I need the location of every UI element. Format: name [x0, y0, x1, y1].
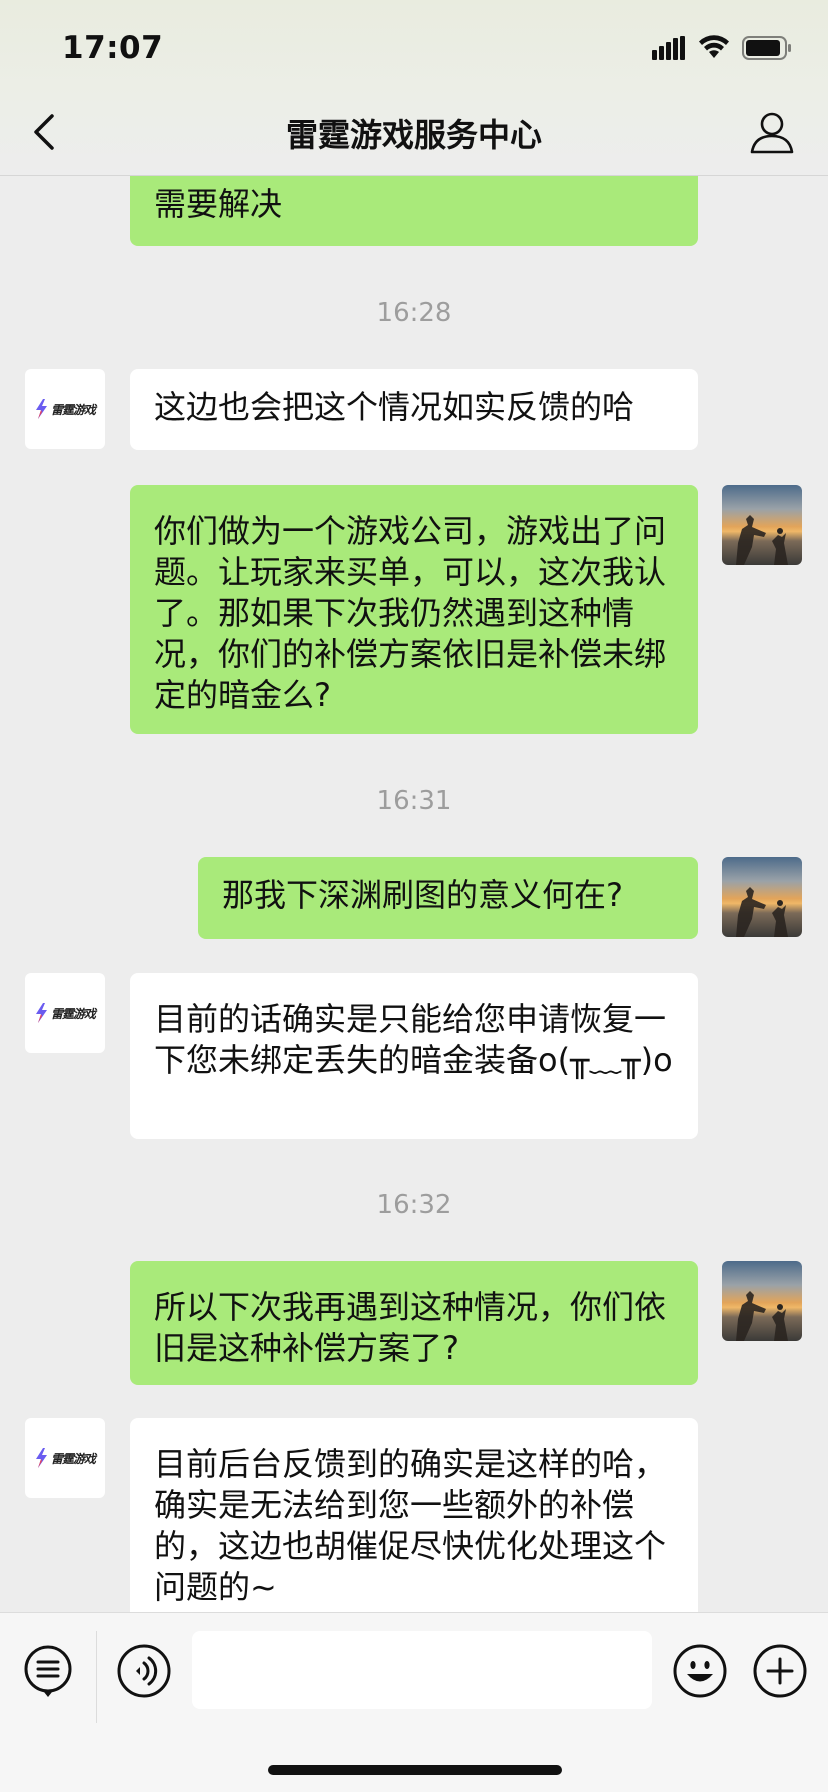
chat-title: 雷霆游戏服务中心 — [285, 116, 542, 154]
bot-avatar[interactable]: 雷霆游戏 — [25, 1418, 105, 1498]
silhouette-photo — [736, 887, 788, 937]
input-bar — [0, 1612, 828, 1792]
bot-logo: 雷霆游戏 — [35, 399, 96, 419]
message-text: 需要解决 — [154, 185, 283, 223]
message-text: 这边也会把这个情况如实反馈的哈 — [154, 388, 635, 426]
wifi-icon — [699, 35, 729, 58]
home-indicator — [268, 1765, 562, 1775]
message-text: 目前后台反馈到的确实是这样的哈，确实是无法给到您一些额外的补偿的，这边也胡催促尽… — [154, 1445, 667, 1606]
bot-avatar[interactable]: 雷霆游戏 — [25, 973, 105, 1053]
battery-icon — [742, 36, 791, 60]
emoji-button[interactable] — [672, 1643, 728, 1699]
status-time: 17:07 — [62, 30, 164, 66]
bot-logo: 雷霆游戏 — [35, 1003, 96, 1023]
bolt-icon — [35, 1448, 47, 1468]
message-bubble-other[interactable]: 目前的话确实是只能给您申请恢复一下您未绑定丢失的暗金装备o(╥﹏╥)o — [130, 973, 698, 1139]
timestamp: 16:31 — [376, 786, 452, 816]
user-avatar[interactable] — [722, 485, 802, 565]
chat-screen: 需要解决 16:28 雷霆游戏 这边也会把这个情况如实反馈的哈 你们做为一个游戏… — [0, 0, 828, 1792]
plus-icon — [753, 1644, 807, 1698]
add-button[interactable] — [752, 1643, 808, 1699]
bolt-icon — [35, 399, 47, 419]
voice-button[interactable] — [116, 1643, 172, 1699]
user-avatar[interactable] — [722, 1261, 802, 1341]
profile-button[interactable] — [748, 108, 796, 156]
emoji-icon — [673, 1644, 727, 1698]
top-bar: 17:07 雷霆游戏服务中心 — [0, 0, 828, 176]
message-bubble-self[interactable]: 你们做为一个游戏公司，游戏出了问题。让玩家来买单，可以，这次我认了。那如果下次我… — [130, 485, 698, 734]
voice-icon — [117, 1644, 171, 1698]
list-icon — [24, 1645, 72, 1697]
message-bubble-self[interactable]: 那我下深渊刷图的意义何在? — [198, 857, 698, 939]
divider — [96, 1631, 97, 1723]
menu-button[interactable] — [20, 1643, 76, 1699]
person-icon — [750, 112, 794, 154]
message-list[interactable]: 需要解决 16:28 雷霆游戏 这边也会把这个情况如实反馈的哈 你们做为一个游戏… — [0, 0, 828, 1612]
bolt-icon — [35, 1003, 47, 1023]
message-bubble-other[interactable]: 这边也会把这个情况如实反馈的哈 — [130, 369, 698, 450]
signal-icon — [652, 36, 685, 60]
message-input[interactable] — [192, 1631, 652, 1709]
timestamp: 16:32 — [376, 1190, 452, 1220]
user-avatar[interactable] — [722, 857, 802, 937]
timestamp: 16:28 — [376, 298, 452, 328]
message-text: 你们做为一个游戏公司，游戏出了问题。让玩家来买单，可以，这次我认了。那如果下次我… — [154, 512, 667, 714]
bot-avatar[interactable]: 雷霆游戏 — [25, 369, 105, 449]
message-text: 目前的话确实是只能给您申请恢复一下您未绑定丢失的暗金装备o(╥﹏╥)o — [154, 1000, 673, 1079]
message-text: 那我下深渊刷图的意义何在? — [222, 876, 623, 914]
silhouette-photo — [736, 515, 788, 565]
message-text: 所以下次我再遇到这种情况，你们依旧是这种补偿方案了? — [154, 1288, 667, 1367]
message-bubble-other[interactable]: 目前后台反馈到的确实是这样的哈，确实是无法给到您一些额外的补偿的，这边也胡催促尽… — [130, 1418, 698, 1612]
silhouette-photo — [736, 1291, 788, 1341]
message-bubble-self[interactable]: 所以下次我再遇到这种情况，你们依旧是这种补偿方案了? — [130, 1261, 698, 1385]
bot-logo: 雷霆游戏 — [35, 1448, 96, 1468]
